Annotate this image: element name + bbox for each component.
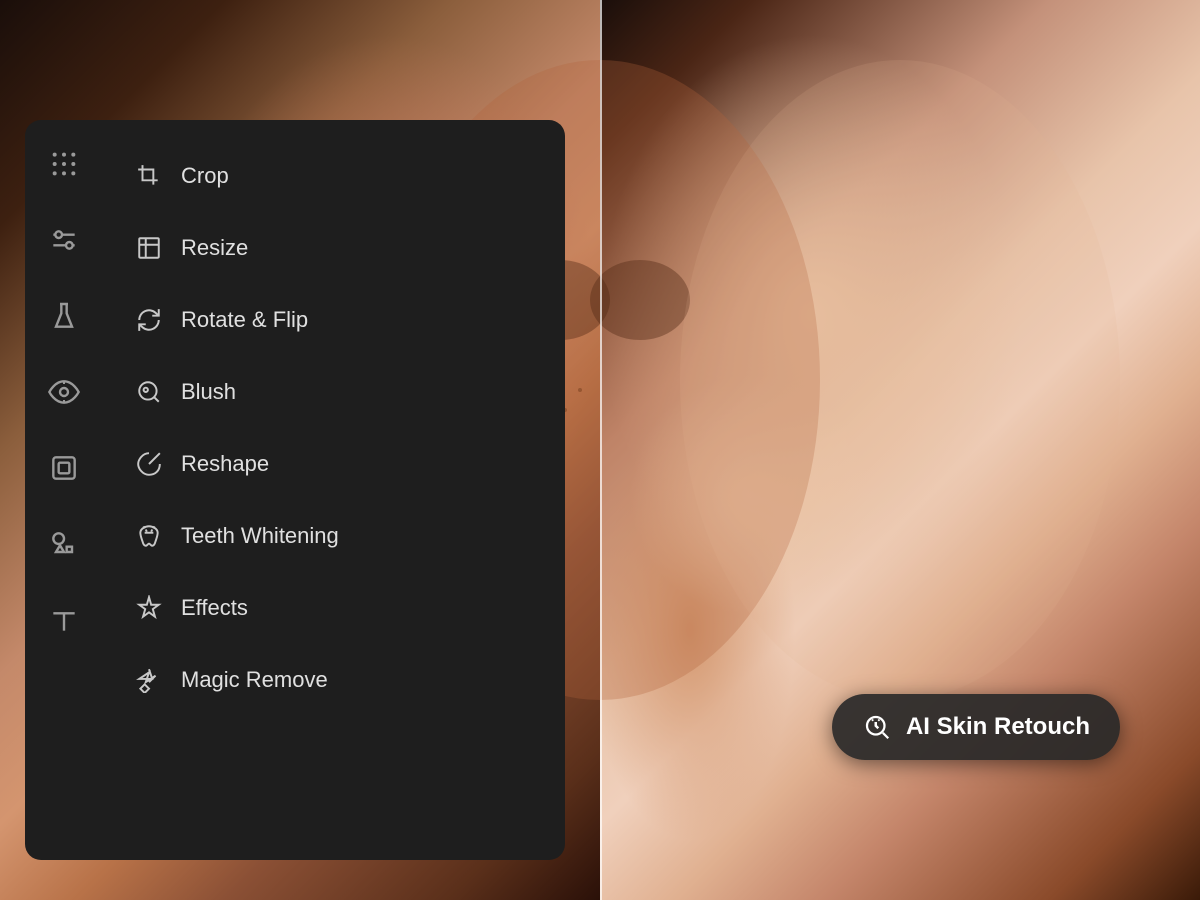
menu-item-rotate-flip[interactable]: Rotate & Flip xyxy=(25,284,565,356)
text-sidebar-icon[interactable] xyxy=(40,596,88,644)
blush-label: Blush xyxy=(181,379,236,405)
menu-item-teeth-whitening[interactable]: Teeth Whitening xyxy=(25,500,565,572)
magic-remove-icon xyxy=(135,666,163,694)
resize-icon xyxy=(135,234,163,262)
menu-item-resize[interactable]: Resize xyxy=(25,212,565,284)
grid-sidebar-icon[interactable] xyxy=(40,140,88,188)
ai-skin-retouch-badge[interactable]: AI Skin Retouch xyxy=(832,694,1120,760)
ai-retouch-icon xyxy=(862,712,892,742)
shapes-sidebar-icon[interactable] xyxy=(40,520,88,568)
split-divider xyxy=(600,0,602,900)
reshape-icon xyxy=(135,450,163,478)
eye-sidebar-icon[interactable] xyxy=(40,368,88,416)
menu-item-blush[interactable]: Blush xyxy=(25,356,565,428)
menu-list: Crop Resize Rotate & Flip xyxy=(25,130,565,726)
effects-label: Effects xyxy=(181,595,248,621)
menu-item-reshape[interactable]: Reshape xyxy=(25,428,565,500)
tools-panel: Crop Resize Rotate & Flip xyxy=(25,120,565,860)
menu-item-magic-remove[interactable]: Magic Remove xyxy=(25,644,565,716)
resize-label: Resize xyxy=(181,235,248,261)
menu-item-crop[interactable]: Crop xyxy=(25,140,565,212)
rotate-flip-label: Rotate & Flip xyxy=(181,307,308,333)
reshape-label: Reshape xyxy=(181,451,269,477)
crop-label: Crop xyxy=(181,163,229,189)
sliders-sidebar-icon[interactable] xyxy=(40,216,88,264)
ai-skin-retouch-label: AI Skin Retouch xyxy=(906,713,1090,741)
teeth-whitening-label: Teeth Whitening xyxy=(181,523,339,549)
effects-icon xyxy=(135,594,163,622)
frame-sidebar-icon[interactable] xyxy=(40,444,88,492)
rotate-icon xyxy=(135,306,163,334)
menu-item-effects[interactable]: Effects xyxy=(25,572,565,644)
blush-icon xyxy=(135,378,163,406)
crop-icon xyxy=(135,162,163,190)
magic-remove-label: Magic Remove xyxy=(181,667,328,693)
flask-sidebar-icon[interactable] xyxy=(40,292,88,340)
teeth-whitening-icon xyxy=(135,522,163,550)
